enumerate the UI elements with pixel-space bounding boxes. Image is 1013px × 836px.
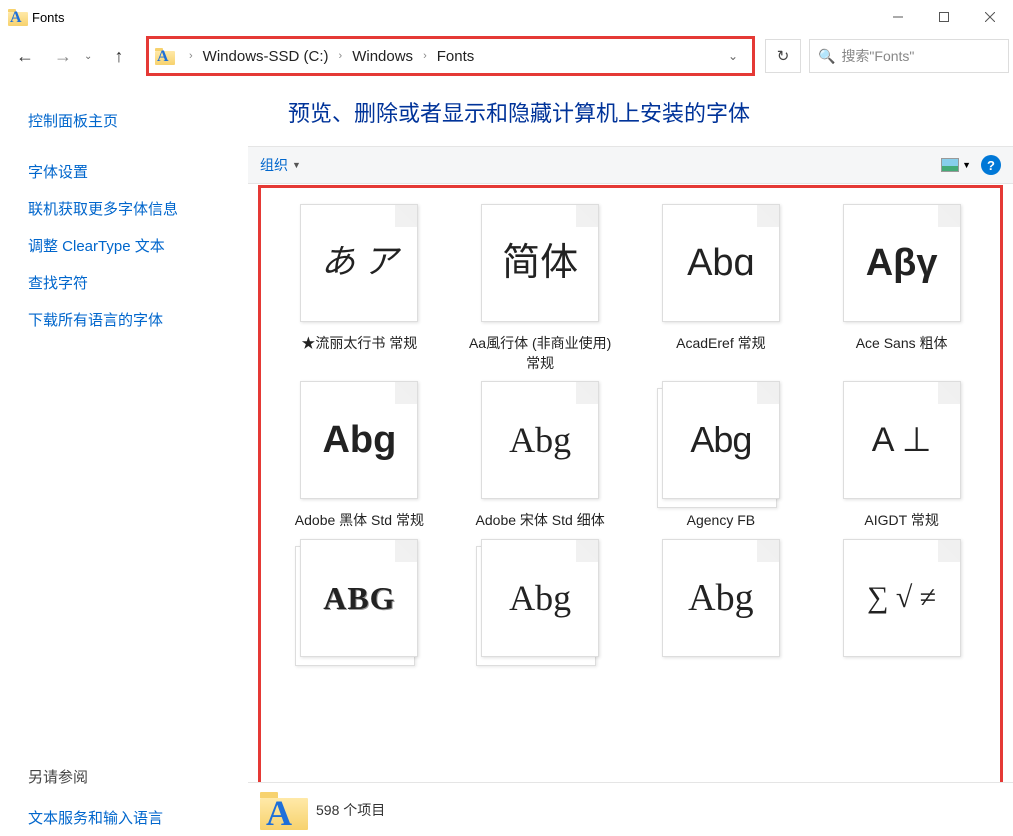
font-item[interactable]: Abɑ AcadEref 常规 [635,204,808,373]
font-name-label: Adobe 宋体 Std 细体 [476,511,605,531]
font-preview-glyphs: ∑ √ ≠ [867,583,936,613]
breadcrumb-expand[interactable]: ⌄ [720,49,746,63]
view-thumb-icon [941,158,959,172]
font-item[interactable]: Abg Adobe 宋体 Std 细体 [454,381,627,531]
search-input[interactable]: 🔍 搜索"Fonts" [809,39,1009,73]
sidebar: 控制面板主页 字体设置 联机获取更多字体信息 调整 ClearType 文本 查… [0,78,248,836]
caret-down-icon: ▼ [292,160,301,170]
font-thumbnail: 简体 [481,204,599,322]
help-button[interactable]: ? [981,155,1001,175]
status-folder-icon: A [260,790,308,830]
font-preview-glyphs: Aβγ [866,244,938,282]
font-grid-highlight: あ ア ★流丽太行书 常规 简体 Aa風行体 (非商业使用) 常规 Abɑ AcadEre… [258,185,1003,836]
font-name-label: ★流丽太行书 常规 [301,334,417,354]
font-preview-glyphs: Abg [322,421,396,459]
font-thumbnail: ∑ √ ≠ [843,539,961,657]
font-preview-glyphs: A ⊥ [872,423,932,457]
chevron-right-icon[interactable]: › [183,50,199,62]
font-item[interactable]: 简体 Aa風行体 (非商业使用) 常规 [454,204,627,373]
breadcrumb[interactable]: A › Windows-SSD (C:) › Windows › Fonts ⌄ [146,36,755,76]
caret-down-icon: ▼ [962,160,971,170]
titlebar: A Fonts [0,0,1013,34]
font-item[interactable]: ∑ √ ≠ [815,539,988,669]
page-heading: 预览、删除或者显示和隐藏计算机上安装的字体 [248,78,1013,146]
search-icon: 🔍 [818,48,835,65]
font-thumbnail: Abg [300,381,418,499]
maximize-button[interactable] [921,0,967,34]
font-item[interactable]: Aβγ Ace Sans 粗体 [815,204,988,373]
organize-label: 组织 [260,155,288,175]
breadcrumb-item[interactable]: Windows-SSD (C:) [199,48,333,65]
font-preview-glyphs: Abg [509,422,571,458]
close-button[interactable] [967,0,1013,34]
breadcrumb-item[interactable]: Fonts [433,48,479,65]
breadcrumb-item[interactable]: Windows [348,48,417,65]
font-preview-glyphs: Abɑ [687,244,755,282]
font-preview-glyphs: Abg [509,580,571,616]
up-button[interactable]: ↑ [102,39,136,73]
font-preview-glyphs: 简体 [502,244,578,282]
font-name-label: AIGDT 常规 [864,511,938,531]
font-thumbnail: Aβγ [843,204,961,322]
font-item[interactable]: あ ア ★流丽太行书 常规 [273,204,446,373]
font-name-label: Agency FB [687,511,755,531]
font-thumbnail: Abg [481,381,599,499]
view-options[interactable]: ▼ [941,158,971,172]
window-controls [875,0,1013,34]
sidebar-link-cp-home[interactable]: 控制面板主页 [28,102,248,139]
font-thumbnail: あ ア [300,204,418,322]
app-folder-icon: A [8,9,24,25]
back-button[interactable]: ← [8,39,42,73]
font-thumbnail: ABG [300,539,418,657]
organize-menu[interactable]: 组织 ▼ [260,155,301,175]
font-name-label: Adobe 黑体 Std 常规 [295,511,424,531]
font-thumbnail: Abɑ [662,204,780,322]
main-area: 控制面板主页 字体设置 联机获取更多字体信息 调整 ClearType 文本 查… [0,78,1013,836]
history-dropdown[interactable]: ⌄ [84,51,98,62]
see-also-title: 另请参阅 [28,758,248,795]
font-thumbnail: Abg [481,539,599,657]
font-preview-glyphs: あ ア [321,246,398,280]
font-item[interactable]: Abg [635,539,808,669]
sidebar-link-online-fonts[interactable]: 联机获取更多字体信息 [28,190,248,227]
font-item[interactable]: Abg [454,539,627,669]
font-item[interactable]: A ⊥ AIGDT 常规 [815,381,988,531]
refresh-button[interactable]: ↻ [765,39,801,73]
minimize-button[interactable] [875,0,921,34]
sidebar-link-find-char[interactable]: 查找字符 [28,264,248,301]
chevron-right-icon[interactable]: › [417,50,433,62]
breadcrumb-folder-icon: A [155,46,175,66]
font-preview-glyphs: Abg [688,579,753,617]
status-text: 598 个项目 [316,800,385,820]
window-title: Fonts [32,10,65,25]
font-name-label: AcadEref 常规 [676,334,765,354]
font-item[interactable]: Abg Agency FB [635,381,808,531]
font-item[interactable]: Abg Adobe 黑体 Std 常规 [273,381,446,531]
chevron-right-icon[interactable]: › [333,50,349,62]
sidebar-link-cleartype[interactable]: 调整 ClearType 文本 [28,227,248,264]
font-thumbnail: Abg [662,381,780,499]
status-bar: A 598 个项目 [248,782,1013,836]
forward-button[interactable]: → [46,39,80,73]
font-name-label: Ace Sans 粗体 [856,334,948,354]
font-item[interactable]: ABG [273,539,446,669]
font-preview-glyphs: Abg [690,422,751,458]
font-grid[interactable]: あ ア ★流丽太行书 常规 简体 Aa風行体 (非商业使用) 常规 Abɑ AcadEre… [261,188,1000,669]
toolbar: 组织 ▼ ▼ ? [248,146,1013,184]
font-preview-glyphs: ABG [323,582,395,614]
font-thumbnail: Abg [662,539,780,657]
nav-row: ← → ⌄ ↑ A › Windows-SSD (C:) › Windows ›… [0,34,1013,78]
sidebar-link-download-fonts[interactable]: 下载所有语言的字体 [28,301,248,338]
sidebar-link-text-services[interactable]: 文本服务和输入语言 [28,799,248,836]
sidebar-link-font-settings[interactable]: 字体设置 [28,153,248,190]
content-pane: 预览、删除或者显示和隐藏计算机上安装的字体 组织 ▼ ▼ ? あ ア ★流丽太行书… [248,78,1013,836]
font-name-label: Aa風行体 (非商业使用) 常规 [460,334,620,373]
search-placeholder: 搜索"Fonts" [841,46,914,66]
font-thumbnail: A ⊥ [843,381,961,499]
